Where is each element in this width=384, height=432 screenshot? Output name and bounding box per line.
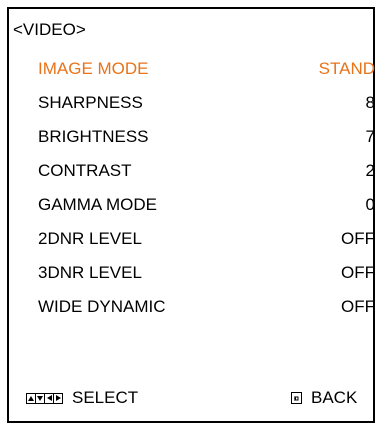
menu-item-value: OFF	[341, 297, 375, 316]
menu-item-value: STAND	[318, 59, 375, 78]
menu-item-label: WIDE DYNAMIC	[38, 297, 166, 316]
menu-item-sharpness[interactable]: SHARPNESS 8	[38, 90, 375, 116]
menu-item-value: 7	[365, 127, 375, 146]
menu-item-wide-dynamic[interactable]: WIDE DYNAMIC OFF	[38, 294, 375, 320]
menu-item-brightness[interactable]: BRIGHTNESS 7	[38, 124, 375, 150]
menu-item-contrast[interactable]: CONTRAST 2	[38, 158, 375, 184]
back-label: BACK	[311, 388, 358, 407]
menu-item-3dnr-level[interactable]: 3DNR LEVEL OFF	[38, 260, 375, 286]
menu-item-image-mode[interactable]: IMAGE MODE STAND	[38, 56, 375, 82]
select-hint: SELECT	[26, 387, 138, 409]
menu-item-label: IMAGE MODE	[38, 59, 149, 78]
arrow-keys-icon	[26, 392, 63, 404]
menu-item-label: 3DNR LEVEL	[38, 263, 142, 282]
osd-menu-panel: <VIDEO> IMAGE MODE STAND SHARPNESS 8 BRI…	[7, 7, 375, 423]
menu-item-value: 2	[365, 161, 375, 180]
menu-item-value: OFF	[341, 229, 375, 248]
menu-item-label: SHARPNESS	[38, 93, 143, 112]
select-label: SELECT	[72, 388, 139, 407]
back-icon	[291, 392, 302, 404]
menu-item-gamma-mode[interactable]: GAMMA MODE 0	[38, 192, 375, 218]
menu-title: <VIDEO>	[13, 20, 86, 39]
menu-item-label: GAMMA MODE	[38, 195, 158, 214]
menu-item-2dnr-level[interactable]: 2DNR LEVEL OFF	[38, 226, 375, 252]
menu-item-value: 0	[365, 195, 375, 214]
menu-item-label: 2DNR LEVEL	[38, 229, 142, 248]
menu-item-label: BRIGHTNESS	[38, 127, 149, 146]
menu-item-label: CONTRAST	[38, 161, 132, 180]
back-hint[interactable]: BACK	[291, 387, 357, 409]
menu-item-value: OFF	[341, 263, 375, 282]
menu-item-value: 8	[365, 93, 375, 112]
arrow-right-icon	[53, 392, 63, 404]
